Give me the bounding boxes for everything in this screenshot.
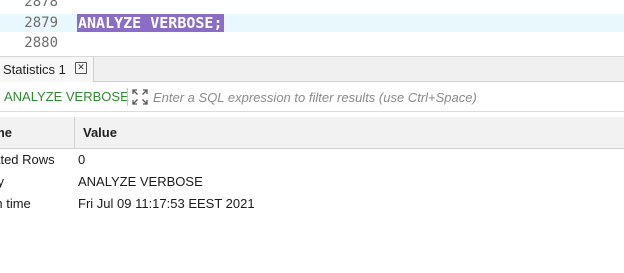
table-row[interactable]: ery ANALYZE VERBOSE — [0, 171, 624, 193]
cell-name[interactable]: ish time — [0, 193, 72, 215]
cell-value[interactable]: 0 — [78, 149, 618, 171]
table-row[interactable]: ish time Fri Jul 09 11:17:53 EEST 2021 — [0, 193, 624, 215]
filter-input[interactable] — [153, 87, 619, 107]
results-grid: ame Value dated Rows 0 ery ANALYZE VERBO… — [0, 117, 624, 273]
cell-name[interactable]: dated Rows — [0, 149, 72, 171]
line-code[interactable]: ANALYZE VERBOSE; — [77, 14, 224, 32]
line-number: 2880 — [24, 35, 58, 51]
editor-line[interactable]: 2880 — [0, 34, 624, 52]
filter-bar: ANALYZE VERBOSE — [0, 82, 624, 112]
expand-icon-graphic — [132, 89, 148, 105]
table-row[interactable]: dated Rows 0 — [0, 149, 624, 171]
grid-header: ame Value — [0, 117, 624, 149]
sql-editor[interactable]: 2878 2879 ANALYZE VERBOSE; 2880 — [0, 0, 624, 56]
line-number: 2879 — [24, 15, 58, 31]
cell-name[interactable]: ery — [0, 171, 72, 193]
results-tab-bar: Statistics 1 ✕ — [0, 56, 624, 82]
expand-icon[interactable] — [131, 88, 149, 106]
column-header-name[interactable]: ame — [0, 117, 74, 149]
cell-value[interactable]: ANALYZE VERBOSE — [78, 171, 618, 193]
line-number: 2878 — [24, 0, 58, 10]
selected-sql-text[interactable]: ANALYZE VERBOSE; — [77, 14, 224, 32]
editor-line-current[interactable]: 2879 ANALYZE VERBOSE; — [0, 14, 624, 32]
editor-line[interactable]: 2878 — [0, 0, 624, 11]
tab-statistics[interactable]: Statistics 1 ✕ — [0, 57, 94, 82]
cell-value[interactable]: Fri Jul 09 11:17:53 EEST 2021 — [78, 193, 618, 215]
query-label[interactable]: ANALYZE VERBOSE — [4, 89, 129, 104]
divider — [127, 88, 128, 106]
column-header-value[interactable]: Value — [74, 117, 624, 149]
close-icon[interactable]: ✕ — [75, 62, 87, 74]
tab-label: Statistics 1 — [3, 62, 66, 77]
